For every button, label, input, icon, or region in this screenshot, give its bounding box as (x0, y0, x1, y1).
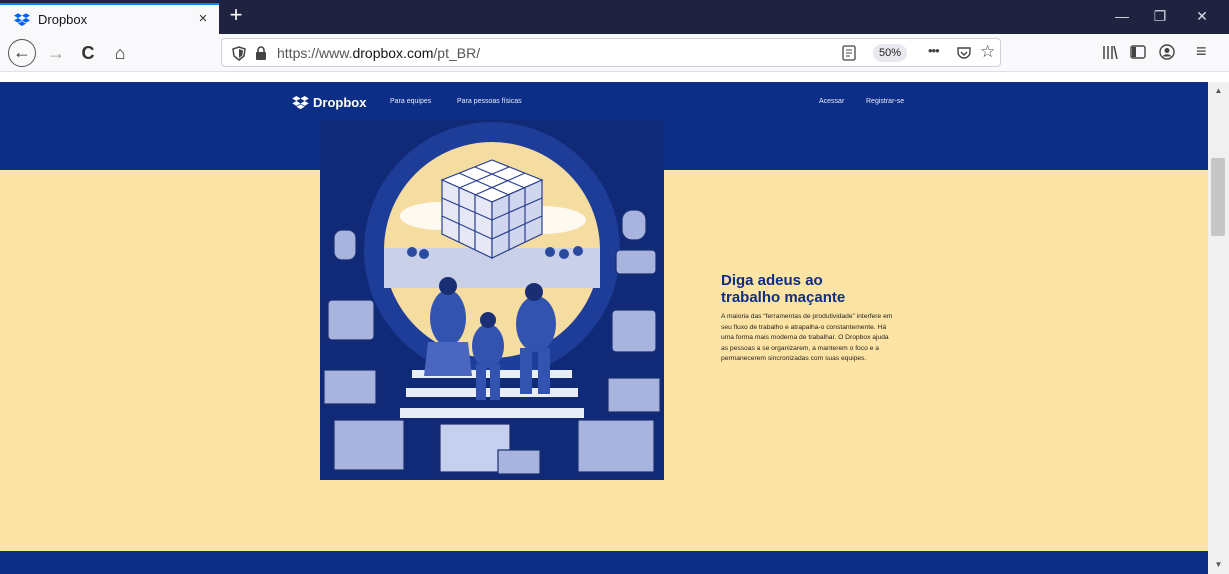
back-button[interactable]: ← (8, 39, 36, 67)
home-button[interactable]: ⌂ (106, 39, 134, 67)
hero-body-text: A maioria das “ferramentas de produtivid… (721, 313, 893, 363)
dropbox-logo-icon (292, 95, 309, 109)
reader-view-icon[interactable] (842, 45, 856, 61)
scroll-down-icon[interactable]: ▼ (1208, 558, 1229, 572)
nav-link-personal[interactable]: Para pessoas físicas (457, 98, 522, 105)
page-actions-icon[interactable]: ••• (928, 43, 940, 58)
site-logo[interactable]: Dropbox (292, 95, 366, 110)
page-viewport: Dropbox Para equipes Para pessoas física… (0, 82, 1208, 574)
account-icon[interactable] (1159, 44, 1175, 60)
forward-button[interactable]: → (42, 39, 70, 67)
tab-title: Dropbox (38, 12, 88, 27)
login-link[interactable]: Acessar (819, 98, 844, 105)
signup-link[interactable]: Registrar-se (866, 98, 904, 105)
reload-button[interactable]: C (74, 39, 102, 67)
new-tab-button[interactable]: + (225, 4, 247, 27)
hero-illustration (320, 120, 664, 480)
tab-close-icon[interactable]: × (195, 11, 211, 27)
close-window-button[interactable]: ✕ (1192, 6, 1212, 26)
scroll-up-icon[interactable]: ▲ (1208, 84, 1229, 98)
page-scrollbar[interactable]: ▲ ▼ (1208, 82, 1229, 574)
footer-band (0, 551, 1208, 574)
tab-strip: Dropbox × + — ❐ ✕ (0, 0, 1229, 34)
scroll-thumb[interactable] (1211, 158, 1225, 236)
menu-icon[interactable]: ≡ (1196, 41, 1207, 62)
pocket-icon[interactable] (956, 45, 972, 61)
hero-headline: Diga adeus ao trabalho maçante (721, 272, 846, 306)
brand-name: Dropbox (313, 95, 367, 110)
tab-dropbox[interactable]: Dropbox × (0, 3, 219, 34)
tracking-shield-icon[interactable] (232, 46, 246, 61)
restore-button[interactable]: ❐ (1150, 6, 1170, 26)
url-bar[interactable]: https://www.dropbox.com/pt_BR/ 50% ••• ☆ (221, 38, 1001, 67)
library-icon[interactable] (1102, 45, 1118, 60)
minimize-button[interactable]: — (1112, 6, 1132, 26)
nav-toolbar: ← → C ⌂ https://www.dropbox.com/pt_BR/ 5… (0, 34, 1229, 72)
nav-link-teams[interactable]: Para equipes (390, 98, 431, 105)
lock-icon[interactable] (255, 46, 267, 60)
zoom-level-badge[interactable]: 50% (873, 44, 907, 62)
dropbox-logo-icon (14, 12, 30, 26)
url-text[interactable]: https://www.dropbox.com/pt_BR/ (277, 45, 480, 61)
sidebar-icon[interactable] (1130, 45, 1146, 59)
bookmark-star-icon[interactable]: ☆ (980, 42, 995, 62)
